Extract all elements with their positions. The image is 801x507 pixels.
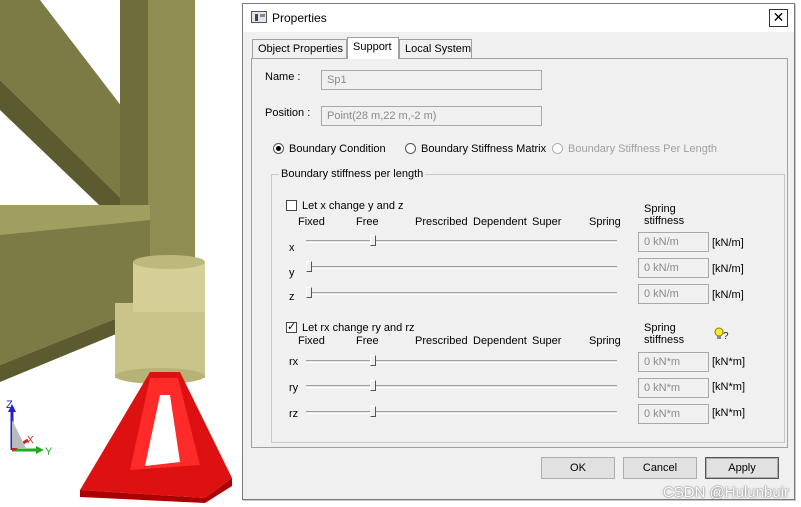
apply-button[interactable]: Apply bbox=[705, 457, 779, 479]
rot-scale-label-fixed: Fixed bbox=[298, 335, 325, 347]
support-cylinder-upper bbox=[133, 262, 205, 312]
boundary-condition-radio[interactable] bbox=[273, 143, 284, 154]
z-spring-stiffness-input[interactable]: 0 kN/m bbox=[638, 284, 709, 304]
axis-x-row-label: x bbox=[289, 242, 295, 254]
rot-scale-label-free: Free bbox=[356, 335, 379, 347]
axis-y-label: Y bbox=[45, 446, 53, 458]
model-canvas[interactable]: Z X Y bbox=[0, 0, 240, 507]
tab-support[interactable]: Support bbox=[347, 37, 399, 59]
window-icon bbox=[251, 11, 267, 23]
rx-spring-stiffness-input[interactable]: 0 kN*m bbox=[638, 352, 709, 372]
ry-dof-slider-thumb[interactable] bbox=[370, 380, 377, 391]
boundary-stiffness-matrix-radio[interactable] bbox=[405, 143, 416, 154]
z-dof-slider[interactable] bbox=[306, 292, 617, 295]
cancel-button[interactable]: Cancel bbox=[623, 457, 697, 479]
rot-scale-label-super: Super bbox=[532, 335, 562, 347]
scale-label-dependent: Dependent bbox=[473, 216, 527, 228]
boundary-stiffness-per-length-label: Boundary Stiffness Per Length bbox=[568, 143, 718, 155]
ry-dof-slider[interactable] bbox=[306, 385, 617, 388]
rx-dof-slider-thumb[interactable] bbox=[370, 355, 377, 366]
vertical-column-face bbox=[148, 0, 195, 262]
rx-dof-slider[interactable] bbox=[306, 360, 617, 363]
boundary-stiffness-group bbox=[271, 174, 785, 443]
spring-stiffness-header: Spring bbox=[644, 203, 676, 215]
rot-spring-stiffness-header-2: stiffness bbox=[644, 334, 685, 346]
rot-scale-label-prescribed: Prescribed bbox=[415, 335, 468, 347]
axis-triad: Z X Y bbox=[6, 399, 53, 458]
support-cylinder-top bbox=[133, 255, 205, 269]
properties-dialog: Properties ✕ Object Properties Support L… bbox=[242, 3, 795, 500]
z-dof-slider-thumb[interactable] bbox=[306, 287, 312, 298]
let-rx-change-label[interactable]: Let rx change ry and rz bbox=[302, 322, 415, 334]
position-label: Position : bbox=[265, 107, 311, 119]
ry-spring-stiffness-input[interactable]: 0 kN*m bbox=[638, 378, 709, 398]
y-dof-slider[interactable] bbox=[306, 266, 617, 269]
ry-unit: [kN*m] bbox=[712, 381, 745, 393]
spring-stiffness-header-2: stiffness bbox=[644, 215, 685, 227]
window-title: Properties bbox=[272, 11, 327, 25]
name-label: Name : bbox=[265, 71, 301, 83]
axis-y-row-label: y bbox=[289, 267, 295, 279]
let-x-change-checkbox[interactable] bbox=[286, 200, 297, 211]
axis-rx-row-label: rx bbox=[289, 356, 299, 368]
title-bar[interactable]: Properties ✕ bbox=[243, 4, 794, 32]
rz-unit: [kN*m] bbox=[712, 407, 745, 419]
support-tab-panel: Name : Sp1 Position : Point(28 m,22 m,-2… bbox=[251, 58, 788, 448]
axis-x-label: X bbox=[27, 435, 34, 446]
ok-button[interactable]: OK bbox=[541, 457, 615, 479]
axis-rz-row-label: rz bbox=[289, 408, 299, 420]
scale-label-prescribed: Prescribed bbox=[415, 216, 468, 228]
3d-viewport[interactable]: Z X Y bbox=[0, 0, 240, 507]
rx-unit: [kN*m] bbox=[712, 356, 745, 368]
close-icon: ✕ bbox=[772, 9, 785, 25]
axis-z-row-label: z bbox=[289, 291, 295, 303]
rot-scale-label-dependent: Dependent bbox=[473, 335, 527, 347]
rz-dof-slider-thumb[interactable] bbox=[370, 406, 377, 417]
name-field: Sp1 bbox=[321, 70, 542, 90]
position-field: Point(28 m,22 m,-2 m) bbox=[321, 106, 542, 126]
x-unit: [kN/m] bbox=[712, 237, 744, 249]
scale-label-free: Free bbox=[356, 216, 379, 228]
tab-local-system[interactable]: Local System bbox=[399, 39, 472, 58]
boundary-stiffness-per-length-radio bbox=[552, 143, 563, 154]
y-dof-slider-thumb[interactable] bbox=[306, 261, 312, 272]
scale-label-super: Super bbox=[532, 216, 562, 228]
boundary-stiffness-matrix-label[interactable]: Boundary Stiffness Matrix bbox=[421, 143, 546, 155]
x-dof-slider-thumb[interactable] bbox=[370, 235, 377, 246]
lightbulb-question-icon[interactable]: ? bbox=[714, 327, 732, 341]
close-button[interactable]: ✕ bbox=[769, 9, 788, 27]
y-unit: [kN/m] bbox=[712, 263, 744, 275]
svg-text:?: ? bbox=[723, 331, 729, 341]
group-title: Boundary stiffness per length bbox=[279, 168, 426, 180]
axis-ry-row-label: ry bbox=[289, 382, 299, 394]
y-spring-stiffness-input[interactable]: 0 kN/m bbox=[638, 258, 709, 278]
axis-z-label: Z bbox=[6, 399, 13, 411]
boundary-condition-label[interactable]: Boundary Condition bbox=[289, 143, 386, 155]
rot-spring-stiffness-header: Spring bbox=[644, 322, 676, 334]
rz-dof-slider[interactable] bbox=[306, 411, 617, 414]
rz-spring-stiffness-input[interactable]: 0 kN*m bbox=[638, 404, 709, 424]
watermark: CSDN @Hulunbuir bbox=[662, 484, 789, 501]
let-x-change-label[interactable]: Let x change y and z bbox=[302, 200, 404, 212]
support-cylinder[interactable] bbox=[115, 303, 205, 378]
scale-label-fixed: Fixed bbox=[298, 216, 325, 228]
scale-label-spring: Spring bbox=[589, 216, 621, 228]
z-unit: [kN/m] bbox=[712, 289, 744, 301]
tab-object-properties[interactable]: Object Properties bbox=[252, 39, 347, 58]
let-rx-change-checkbox[interactable]: ✓ bbox=[286, 322, 297, 333]
rot-scale-label-spring: Spring bbox=[589, 335, 621, 347]
x-spring-stiffness-input[interactable]: 0 kN/m bbox=[638, 232, 709, 252]
x-dof-slider[interactable] bbox=[306, 240, 617, 243]
